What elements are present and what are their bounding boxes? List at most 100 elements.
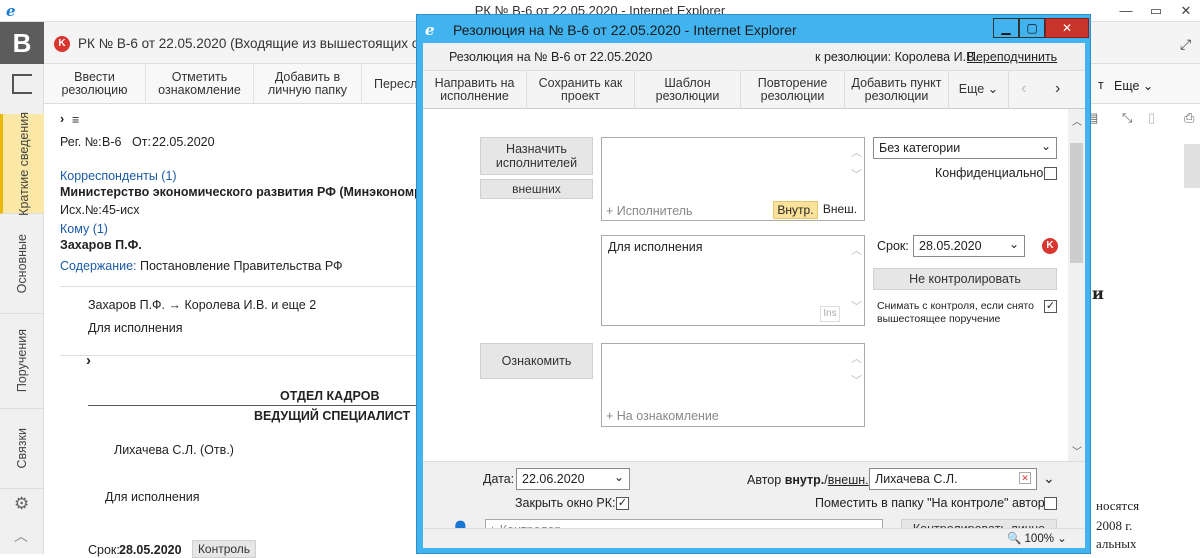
content-value: Постановление Правительства РФ <box>140 259 343 273</box>
chevron-down-icon[interactable]: ﹀ <box>851 296 862 318</box>
to-label[interactable]: Кому (1) <box>60 222 108 236</box>
control-button[interactable]: Контроль <box>192 540 256 558</box>
toolbar-partial-label: т <box>1098 78 1104 92</box>
no-control-button[interactable]: Не контролировать <box>873 268 1057 290</box>
expand-marker: ≡ <box>72 113 80 127</box>
control-folder-label: Поместить в папку "На контроле" автора: <box>815 496 1056 510</box>
document-summary: › ≡ Рег. №: В-6 От: 22.05.2020 Корреспон… <box>44 104 435 558</box>
position-name: ВЕДУЩИЙ СПЕЦИАЛИСТ <box>254 409 411 423</box>
chevron-down-icon[interactable]: ﹀ <box>851 370 862 392</box>
chevron-up-icon[interactable]: ︿ <box>1072 113 1082 128</box>
gear-icon[interactable]: ⚙ <box>14 494 29 514</box>
resubordinate-link[interactable]: Переподчинить <box>967 50 1057 64</box>
dialog-body: Резолюция на № В-6 от 22.05.2020 к резол… <box>423 43 1085 548</box>
resize-icon[interactable]: ⤡ <box>1122 110 1132 126</box>
tab-main[interactable]: Основные <box>0 214 44 314</box>
mark-acquaintance-button[interactable]: Отметить ознакомление <box>146 64 254 104</box>
more-button[interactable]: Еще ⌄ <box>1114 78 1153 93</box>
resolution-route: Захаров П.Ф. → Королева И.В. и еще 2 <box>88 298 317 312</box>
panel-toggle-icon[interactable] <box>12 74 32 94</box>
chevron-right-icon[interactable]: › <box>1055 80 1060 98</box>
chevron-up-icon[interactable]: ︿ <box>851 348 862 370</box>
maximize-icon[interactable]: ▢ <box>1019 18 1045 38</box>
send-to-execution-button[interactable]: Направить на исполнение <box>423 71 527 109</box>
author-external-link[interactable]: внешн. <box>828 473 869 487</box>
close-rk-checkbox[interactable]: ✓ <box>616 497 629 510</box>
chevron-right-icon[interactable]: › <box>60 112 64 126</box>
close-rk-label: Закрыть окно РК: <box>515 496 616 510</box>
add-to-folder-button[interactable]: Добавить в личную папку <box>254 64 362 104</box>
remove-control-label: Снимать с контроля, если снято вышестоящ… <box>877 300 1034 325</box>
scrollbar-thumb[interactable] <box>1070 143 1083 263</box>
executor-placeholder[interactable]: + Исполнитель <box>606 204 693 218</box>
ins-button[interactable]: Ins <box>820 306 840 322</box>
tab-links[interactable]: Связки <box>0 409 44 489</box>
add-resolution-item-button[interactable]: Добавить пункт резолюции <box>845 71 949 109</box>
zoom-control[interactable]: 🔍 100% ⌄ <box>1007 531 1067 545</box>
resolution-text-value: Для исполнения <box>608 240 703 254</box>
reg-number-value: В-6 <box>102 135 122 149</box>
acquaint-placeholder[interactable]: + На ознакомление <box>606 409 719 423</box>
dialog-scrollbar[interactable]: ︿ ﹀ <box>1068 109 1085 461</box>
preview-line: носятся <box>1096 498 1140 513</box>
control-folder-checkbox[interactable] <box>1044 497 1057 510</box>
department-name: ОТДЕЛ КАДРОВ <box>280 389 380 403</box>
assign-executors-button[interactable]: Назначить исполнителей <box>480 137 593 175</box>
dialog-title: Резолюция на № В-6 от 22.05.2020 - Inter… <box>453 22 797 38</box>
confidential-checkbox[interactable] <box>1044 167 1057 180</box>
preview-scrollbar[interactable] <box>1184 144 1200 188</box>
chevron-left-icon[interactable]: ‹ <box>1021 80 1026 98</box>
correspondents-label[interactable]: Корреспонденты (1) <box>60 169 177 183</box>
resolution-template-button[interactable]: Шаблон резолюции <box>635 71 741 109</box>
date-label: От: <box>132 135 151 149</box>
divider <box>88 405 416 406</box>
tab-assignments[interactable]: Поручения <box>0 314 44 409</box>
external-executors-button[interactable]: внешних <box>480 179 593 199</box>
close-icon[interactable]: ✕ <box>1045 18 1089 38</box>
close-icon[interactable]: ✕ <box>1170 0 1200 22</box>
maximize-icon[interactable]: ▭ <box>1140 0 1172 22</box>
repeat-resolution-button[interactable]: Повторение резолюции <box>741 71 845 109</box>
minimize-icon[interactable]: — <box>1110 0 1142 22</box>
print-icon[interactable]: ⎙ <box>1184 110 1194 126</box>
author-internal-option[interactable]: внутр. <box>785 473 825 487</box>
chevron-down-icon: ⌄ <box>613 470 624 484</box>
app-logo: B <box>0 22 44 64</box>
out-number-value: 45-исх <box>102 203 140 217</box>
tab-summary[interactable]: Краткие сведения <box>0 112 44 215</box>
resolution-dialog: e Резолюция на № В-6 от 22.05.2020 - Int… <box>416 14 1091 554</box>
expand-icon[interactable]: ⤢ <box>1180 36 1191 53</box>
date-select[interactable]: 22.06.2020 ⌄ <box>516 468 630 490</box>
resolution-text-field[interactable]: Для исполнения ︿ ﹀ Ins <box>601 235 865 326</box>
page-icon[interactable]: ▯ <box>1148 110 1155 126</box>
chevron-down-icon[interactable]: ﹀ <box>851 164 862 186</box>
resolution-text: Для исполнения <box>88 321 183 335</box>
to-value: Захаров П.Ф. <box>60 238 142 252</box>
author-field[interactable]: Лихачева С.Л. ✕ <box>869 468 1037 490</box>
content-label: Содержание: <box>60 259 137 273</box>
preview-line: альных <box>1096 536 1137 551</box>
forward-button[interactable]: Пересл <box>362 64 422 104</box>
internal-toggle[interactable]: Внутр. <box>773 201 818 219</box>
executor-text: Для исполнения <box>105 490 200 504</box>
acquaint-button[interactable]: Ознакомить <box>480 343 593 379</box>
chevron-up-icon[interactable]: ︿ <box>14 526 28 546</box>
author-label: Автор внутр./внешн.: <box>747 473 872 487</box>
enter-resolution-button[interactable]: Ввести резолюцию <box>44 64 146 104</box>
deadline-select[interactable]: 28.05.2020 ⌄ <box>913 235 1025 257</box>
chevron-down-icon[interactable]: ⌄ <box>1043 470 1055 487</box>
external-toggle[interactable]: Внеш. <box>818 201 862 219</box>
save-as-draft-button[interactable]: Сохранить как проект <box>527 71 635 109</box>
minimize-icon[interactable]: ▁ <box>993 18 1019 38</box>
chevron-down-icon[interactable]: ﹀ <box>1072 443 1082 458</box>
preview-char: и <box>1092 284 1104 303</box>
remove-control-checkbox[interactable]: ✓ <box>1044 300 1057 313</box>
chevron-down-icon: ⌄ <box>1008 237 1019 251</box>
category-select[interactable]: Без категории ⌄ <box>873 137 1057 159</box>
more-button[interactable]: Еще ⌄ <box>949 71 1009 109</box>
clear-icon[interactable]: ✕ <box>1019 472 1031 484</box>
deadline-value: 28.05.2020 <box>119 543 182 557</box>
chevron-right-icon[interactable]: › <box>86 352 91 369</box>
chevron-up-icon[interactable]: ︿ <box>851 240 862 262</box>
chevron-up-icon[interactable]: ︿ <box>851 142 862 164</box>
